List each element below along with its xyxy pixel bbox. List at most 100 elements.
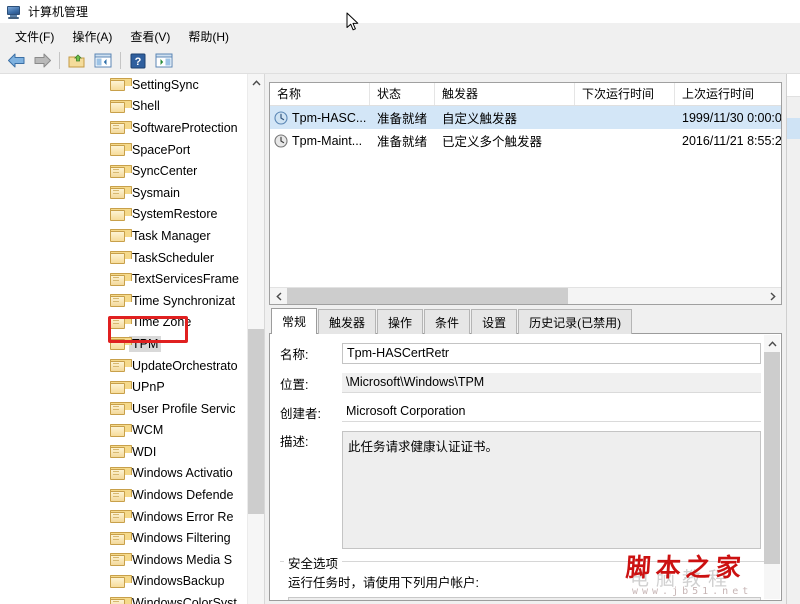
tree-vertical-scrollbar[interactable] — [247, 74, 264, 604]
tree-item-textservicesframework[interactable]: TextServicesFrame — [0, 268, 248, 290]
tree-item-label: Task Manager — [132, 228, 211, 243]
tree-item-windowscolorsystem[interactable]: WindowsColorSyst — [0, 592, 248, 604]
folder-icon — [110, 251, 132, 265]
scroll-right-button[interactable] — [764, 288, 781, 305]
tree-item-task-manager[interactable]: Task Manager — [0, 225, 248, 247]
details-scrollbar-thumb[interactable] — [764, 352, 780, 564]
menu-file[interactable]: 文件(F) — [6, 25, 63, 48]
tree-item-label: SoftwareProtection — [132, 120, 238, 135]
show-hide-action-pane-button[interactable] — [152, 50, 176, 72]
tree-item-wcm[interactable]: WCM — [0, 420, 248, 442]
tree-item-settingsync[interactable]: SettingSync — [0, 74, 248, 96]
column-header-last-run-time[interactable]: 上次运行时间 — [675, 83, 781, 105]
tab-triggers[interactable]: 触发器 — [318, 309, 377, 334]
tree-item-user-profile-service[interactable]: User Profile Servic — [0, 398, 248, 420]
folder-icon — [110, 143, 132, 157]
folder-icon — [110, 596, 132, 604]
actions-pane-item[interactable] — [787, 139, 800, 160]
task-list-horizontal-scrollbar[interactable] — [270, 287, 781, 304]
folder-icon — [110, 272, 132, 286]
general-tab-content: 名称: Tpm-HASCertRetr 位置: \Microsoft\Windo… — [269, 334, 782, 601]
tree-item-windows-media-sharing[interactable]: Windows Media S — [0, 549, 248, 571]
tree-item-sysmain[interactable]: Sysmain — [0, 182, 248, 204]
svg-text:?: ? — [135, 56, 142, 68]
actions-pane-item[interactable] — [787, 118, 800, 139]
forward-button[interactable] — [30, 50, 54, 72]
task-list-header: 名称 状态 触发器 下次运行时间 上次运行时间 上次运 — [270, 83, 781, 106]
scroll-left-button[interactable] — [270, 288, 287, 305]
cell-status: 准备就绪 — [377, 135, 428, 149]
name-label: 名称: — [280, 348, 309, 362]
tree-item-label: WDI — [132, 444, 157, 459]
tab-history[interactable]: 历史记录(已禁用) — [518, 309, 633, 334]
menu-action[interactable]: 操作(A) — [63, 25, 121, 48]
tree-item-label: Time Synchronizat — [132, 293, 236, 308]
title-bar: 计算机管理 — [0, 0, 800, 24]
tree-item-softwareprotection[interactable]: SoftwareProtection — [0, 117, 248, 139]
tree-item-label: WCM — [132, 423, 164, 438]
help-question-icon: ? — [130, 53, 146, 68]
column-header-next-run-time[interactable]: 下次运行时间 — [575, 83, 675, 105]
folder-icon — [110, 574, 132, 588]
table-row[interactable]: Tpm-HASC... 准备就绪 自定义触发器 1999/11/30 0:00:… — [270, 106, 781, 129]
tree-item-label: Windows Defende — [132, 488, 234, 503]
name-input[interactable]: Tpm-HASCertRetr — [342, 343, 761, 364]
tree-item-spaceport[interactable]: SpacePort — [0, 139, 248, 161]
tree-item-time-zone[interactable]: Time Zone — [0, 312, 248, 334]
tree-item-tpm[interactable]: TPM — [0, 333, 248, 355]
help-button[interactable]: ? — [126, 50, 150, 72]
menu-view[interactable]: 查看(V) — [121, 25, 179, 48]
actions-pane[interactable] — [786, 74, 800, 604]
show-hide-console-tree-button[interactable] — [91, 50, 115, 72]
details-scroll-up-button[interactable] — [764, 335, 780, 352]
horizontal-scrollbar-thumb[interactable] — [287, 287, 569, 304]
tree-item-systemrestore[interactable]: SystemRestore — [0, 204, 248, 226]
column-header-name[interactable]: 名称 — [270, 83, 370, 105]
column-header-triggers[interactable]: 触发器 — [435, 83, 575, 105]
cell-last-run-time: 2016/11/21 8:55:27 — [682, 133, 782, 148]
tree-item-windows-activation[interactable]: Windows Activatio — [0, 463, 248, 485]
tree-item-windows-filtering[interactable]: Windows Filtering — [0, 527, 248, 549]
up-one-level-button[interactable] — [65, 50, 89, 72]
folder-icon — [110, 466, 132, 480]
tree-item-time-synchronization[interactable]: Time Synchronizat — [0, 290, 248, 312]
tree-item-label: Time Zone — [132, 315, 192, 330]
user-account-field[interactable] — [288, 597, 761, 600]
tab-conditions[interactable]: 条件 — [424, 309, 471, 334]
actions-pane-item[interactable] — [787, 97, 800, 118]
description-textarea[interactable]: 此任务请求健康认证证书。 — [342, 431, 761, 549]
tree-item-shell[interactable]: Shell — [0, 96, 248, 118]
scroll-up-button[interactable] — [248, 74, 264, 91]
task-list-view[interactable]: 名称 状态 触发器 下次运行时间 上次运行时间 上次运 Tpm-HASC... — [269, 82, 782, 305]
tree-item-updateorchestrator[interactable]: UpdateOrchestrato — [0, 355, 248, 377]
column-header-status[interactable]: 状态 — [370, 83, 435, 105]
menu-bar: 文件(F) 操作(A) 查看(V) 帮助(H) — [0, 24, 800, 48]
folder-icon — [110, 229, 132, 243]
tab-actions[interactable]: 操作 — [377, 309, 424, 334]
tree-item-taskscheduler[interactable]: TaskScheduler — [0, 247, 248, 269]
folder-icon — [110, 488, 132, 502]
tree-item-windowsbackup[interactable]: WindowsBackup — [0, 571, 248, 593]
tree-item-upnp[interactable]: UPnP — [0, 376, 248, 398]
chevron-up-icon — [252, 79, 261, 85]
tree-item-label: Shell — [132, 99, 160, 114]
tree-item-synccenter[interactable]: SyncCenter — [0, 160, 248, 182]
console-tree-pane[interactable]: SettingSync Shell SoftwareProtection Spa… — [0, 74, 265, 604]
horizontal-scroll-track[interactable] — [287, 287, 764, 304]
tab-general[interactable]: 常规 — [271, 308, 318, 334]
tree-item-wdi[interactable]: WDI — [0, 441, 248, 463]
folder-icon — [110, 99, 132, 113]
author-value: Microsoft Corporation — [342, 402, 761, 422]
tree-item-label: Windows Media S — [132, 552, 233, 567]
location-value: \Microsoft\Windows\TPM — [342, 373, 761, 393]
table-row[interactable]: Tpm-Maint... 准备就绪 已定义多个触发器 2016/11/21 8:… — [270, 129, 781, 152]
tree-item-windows-defender[interactable]: Windows Defende — [0, 484, 248, 506]
tree-item-label: SettingSync — [132, 77, 199, 92]
tree-item-windows-error-reporting[interactable]: Windows Error Re — [0, 506, 248, 528]
tab-settings[interactable]: 设置 — [471, 309, 518, 334]
tree-scrollbar-thumb[interactable] — [248, 329, 264, 514]
menu-help[interactable]: 帮助(H) — [179, 25, 238, 48]
back-button[interactable] — [4, 50, 28, 72]
details-vertical-scrollbar[interactable] — [764, 335, 780, 599]
folder-icon — [110, 186, 132, 200]
